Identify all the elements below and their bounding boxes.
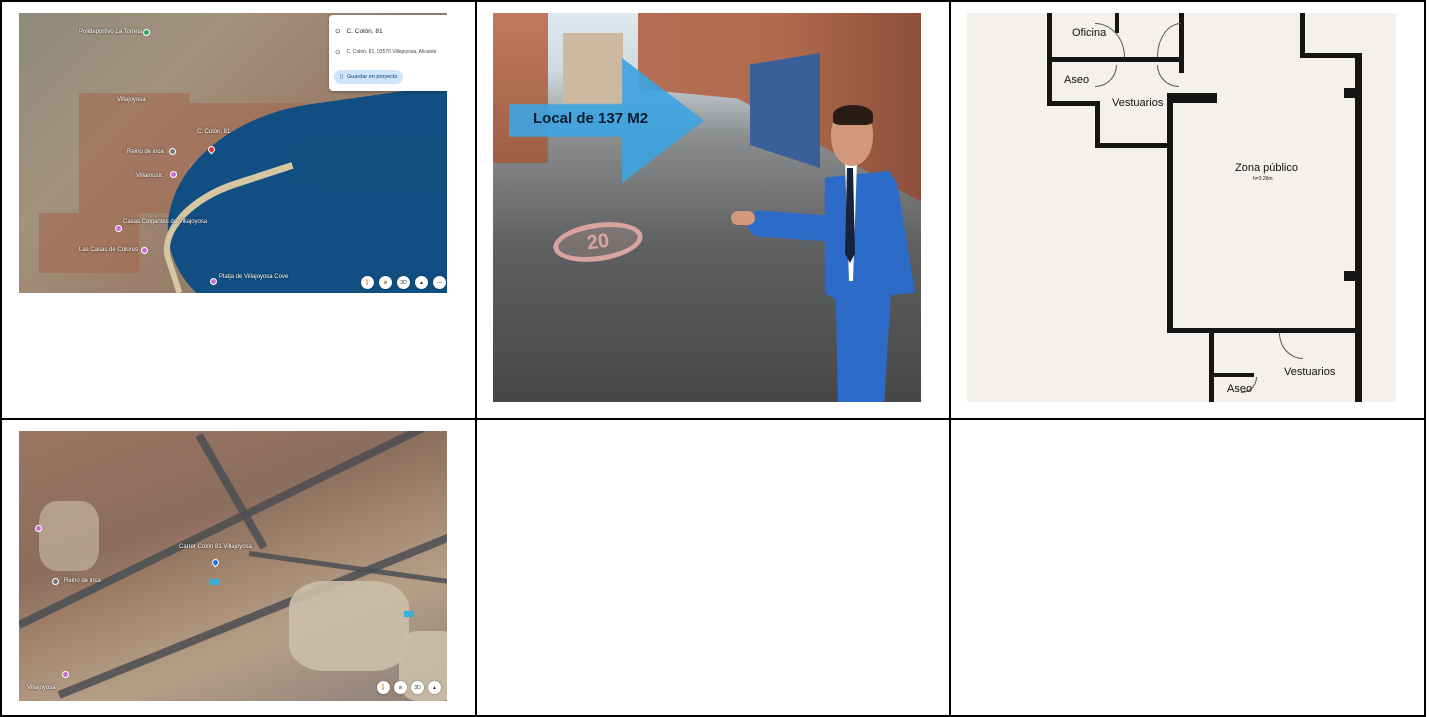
storefront bbox=[750, 53, 820, 168]
3d-toggle-button[interactable]: 3D bbox=[411, 681, 424, 694]
room-label-aseo-bottom: Aseo bbox=[1227, 383, 1253, 395]
grid-cell-empty-2 bbox=[949, 418, 1426, 717]
location-pin-icon[interactable] bbox=[210, 557, 221, 568]
aerial-map-image[interactable]: Polideportivo La Torreta Villajoyosa C. … bbox=[19, 13, 447, 293]
grid-cell-empty-1 bbox=[475, 418, 951, 717]
speed-limit-marking: 20 bbox=[550, 216, 646, 268]
map-label-address: Carrer Colón 81 Villajoyosa bbox=[179, 544, 252, 550]
poi-pin-icon[interactable] bbox=[141, 247, 148, 254]
arrow-label: Local de 137 M2 bbox=[533, 110, 649, 127]
pegman-button[interactable]: 🚶 bbox=[361, 276, 374, 289]
room-height-note: h=3.26m bbox=[1253, 176, 1273, 182]
street-photo: 20 Local de 137 M2 bbox=[493, 13, 921, 402]
compass-button[interactable]: ▲ bbox=[428, 681, 441, 694]
layers-off-button[interactable]: ⊘ bbox=[394, 681, 407, 694]
poi-pin-icon[interactable] bbox=[170, 171, 177, 178]
poi-pin-icon[interactable] bbox=[52, 578, 59, 585]
location-pin-icon: ⊙ bbox=[335, 28, 341, 35]
poi-pin-icon[interactable] bbox=[62, 671, 69, 678]
room-label-vestuarios-bottom: Vestuarios bbox=[1284, 366, 1336, 378]
floor-plan-image: Oficina Aseo Vestuarios Zona público h=3… bbox=[967, 13, 1396, 402]
door-swing bbox=[1279, 333, 1303, 359]
door-swing bbox=[1157, 23, 1181, 57]
pegman-button[interactable]: 🚶 bbox=[377, 681, 390, 694]
map-label-casas-colgantes: Casas Colgantes de Villajoyosa bbox=[123, 219, 208, 225]
place-address: C. Colón, 81, 03570 Villajoyosa, Alicant… bbox=[346, 49, 437, 55]
location-pin-icon: ⊙ bbox=[335, 49, 341, 56]
poi-pin-icon[interactable] bbox=[35, 525, 42, 532]
zoom-out-button[interactable]: — bbox=[433, 276, 446, 289]
grid-cell-floorplan: Oficina Aseo Vestuarios Zona público h=3… bbox=[949, 0, 1426, 420]
layers-off-button[interactable]: ⊘ bbox=[379, 276, 392, 289]
bookmark-icon: ▯ bbox=[340, 74, 344, 80]
grid-cell-map: Polideportivo La Torreta Villajoyosa C. … bbox=[0, 0, 477, 420]
room-label-zona-publico: Zona público bbox=[1235, 162, 1298, 174]
map-label-reino: Reino de inca bbox=[127, 149, 164, 155]
map-label-villajoyosa: Villajoyosa bbox=[117, 97, 146, 103]
map-label-address: C. Colón, 81 bbox=[197, 129, 231, 135]
door-swing bbox=[1095, 65, 1117, 87]
aerial-map-closeup[interactable]: Carrer Colón 81 Villajoyosa Reino de inc… bbox=[19, 431, 447, 701]
room-label-aseo: Aseo bbox=[1064, 74, 1090, 86]
map-label-villamusic: Villamusic bbox=[136, 173, 163, 179]
save-to-project-button[interactable]: ▯ Guardar en proyecto bbox=[334, 70, 404, 84]
poi-pin-icon[interactable] bbox=[169, 148, 176, 155]
map-label-casas-colores: Las Casas de Colores bbox=[79, 247, 139, 253]
map-label-reino: Reino de inca bbox=[64, 578, 101, 584]
room-label-vestuarios: Vestuarios bbox=[1112, 97, 1164, 109]
grid-cell-map-closeup: Carrer Colón 81 Villajoyosa Reino de inc… bbox=[0, 418, 477, 717]
place-info-panel: ⊙ C. Colón, 81 ⊙ C. Colón, 81, 03570 Vil… bbox=[329, 15, 447, 91]
room-label-oficina: Oficina bbox=[1072, 27, 1107, 39]
3d-toggle-button[interactable]: 3D bbox=[397, 276, 410, 289]
map-label-poi: Polideportivo La Torreta bbox=[79, 29, 143, 35]
compass-button[interactable]: ▲ bbox=[415, 276, 428, 289]
presenter-figure bbox=[824, 170, 915, 402]
door-swing bbox=[1157, 65, 1179, 87]
poi-pin-icon[interactable] bbox=[115, 225, 122, 232]
grid-cell-street: 20 Local de 137 M2 bbox=[475, 0, 951, 420]
poi-pin-icon[interactable] bbox=[210, 278, 217, 285]
place-title: C. Colón, 81 bbox=[346, 27, 383, 35]
map-label-beach: Platja de Villajoyosa Cove bbox=[219, 274, 289, 280]
map-label-villajoyosa: Villajoyosa bbox=[27, 685, 56, 691]
image-grid: Polideportivo La Torreta Villajoyosa C. … bbox=[0, 0, 1429, 717]
park-pin-icon[interactable] bbox=[143, 29, 150, 36]
